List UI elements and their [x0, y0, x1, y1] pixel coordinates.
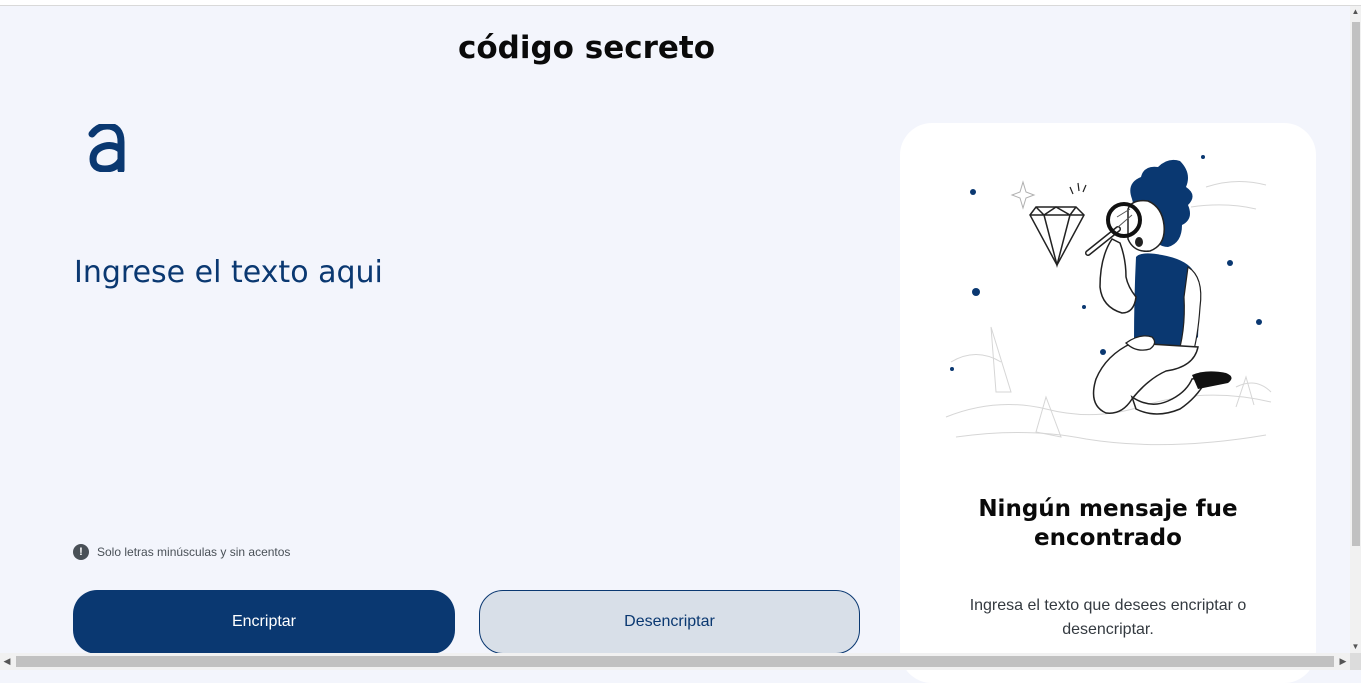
- scroll-right-icon[interactable]: ▶: [1336, 653, 1350, 670]
- vertical-scrollbar-thumb[interactable]: [1352, 22, 1360, 546]
- exclamation-icon: !: [73, 544, 89, 560]
- output-title: Ningún mensaje fue encontrado: [978, 496, 1238, 551]
- output-description: Ingresa el texto que desees encriptar o …: [969, 597, 1247, 638]
- horizontal-scrollbar-thumb[interactable]: [16, 656, 1334, 667]
- alura-logo-icon[interactable]: [88, 124, 126, 172]
- input-hint: ! Solo letras minúsculas y sin acentos: [73, 544, 290, 560]
- hint-text: Solo letras minúsculas y sin acentos: [97, 545, 291, 559]
- output-panel: Ningún mensaje fue encontrado Ingresa el…: [900, 123, 1316, 683]
- scroll-up-icon[interactable]: ▲: [1350, 6, 1361, 18]
- horizontal-scrollbar[interactable]: ◀ ▶: [0, 653, 1350, 670]
- scroll-down-icon[interactable]: ▼: [1350, 641, 1361, 653]
- vertical-scrollbar[interactable]: ▲ ▼: [1350, 6, 1361, 653]
- scrollbar-corner: [1350, 653, 1361, 670]
- scroll-left-icon[interactable]: ◀: [0, 653, 14, 670]
- message-input[interactable]: [74, 255, 844, 525]
- encrypt-button[interactable]: Encriptar: [73, 590, 455, 654]
- decrypt-button[interactable]: Desencriptar: [479, 590, 860, 654]
- person-with-magnifier-illustration: [945, 155, 1272, 446]
- browser-top-edge: [0, 0, 1361, 6]
- page-title: código secreto: [457, 30, 716, 66]
